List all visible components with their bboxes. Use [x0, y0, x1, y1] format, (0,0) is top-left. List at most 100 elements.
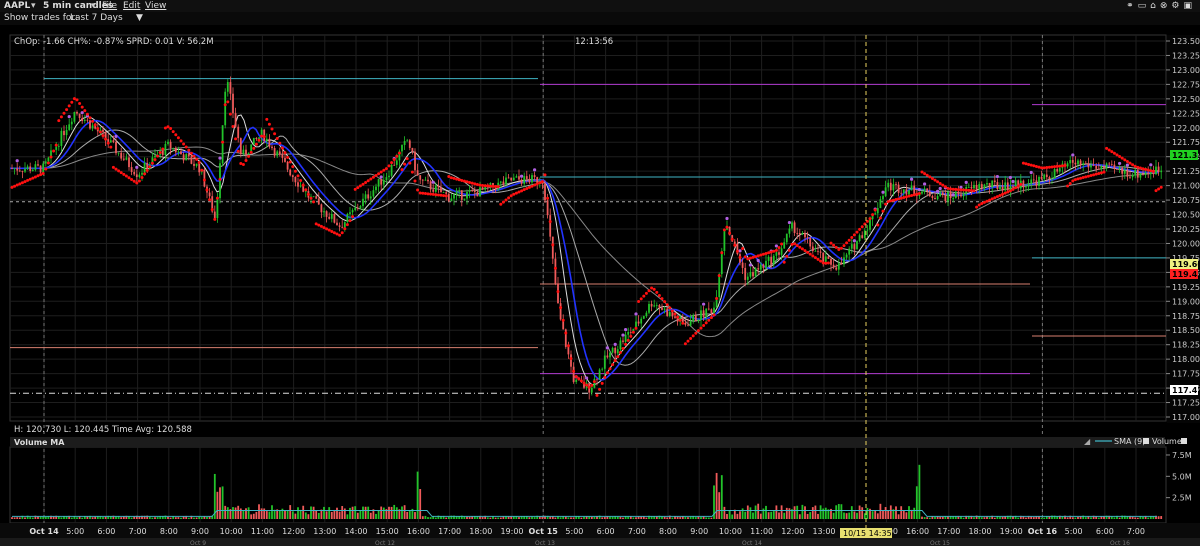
candle-body [198, 163, 201, 173]
candle-body [388, 175, 390, 178]
sar-dot [397, 151, 401, 155]
sar-dot [36, 174, 40, 178]
sar-dot [1060, 164, 1064, 168]
sar-dot [410, 170, 414, 174]
candle-body [224, 91, 227, 126]
candle-body [554, 258, 557, 284]
candle-body [970, 186, 973, 189]
volume-bar [39, 516, 42, 519]
sar-dot [270, 127, 274, 131]
candle-marker [852, 239, 857, 243]
sar-dot [733, 243, 737, 247]
price-tick-label: 121.75 [1172, 138, 1200, 147]
sar-dot [967, 188, 971, 192]
volume-bar [811, 507, 814, 519]
volume-bar [518, 517, 520, 519]
symbol-dropdown-icon[interactable]: ▾ [31, 1, 36, 11]
volume-bar [414, 512, 416, 519]
candle-body [346, 213, 349, 223]
sar-dot [169, 127, 173, 131]
sar-dot [44, 167, 48, 171]
candle-body [954, 191, 957, 199]
sar-dot [522, 188, 526, 192]
volume-bar [645, 517, 648, 519]
volume-bar [245, 508, 247, 519]
volume-bar [427, 517, 429, 519]
candle-body [713, 307, 715, 314]
volume-panel-collapse-icon[interactable]: ◢ [1084, 437, 1091, 446]
volume-bar [445, 517, 448, 519]
volume-bar [193, 517, 195, 519]
candle-body [78, 113, 81, 118]
volume-bar [468, 516, 471, 519]
candle-marker [67, 114, 71, 119]
volume-bar [772, 511, 775, 519]
volume-bar [284, 510, 286, 519]
sar-dot [782, 260, 786, 264]
sar-dot [127, 176, 131, 180]
sar-dot [343, 227, 347, 231]
sar-dot [10, 185, 14, 189]
candle-marker [923, 182, 927, 186]
candle-body [63, 130, 65, 136]
trade-range-select[interactable]: Last 7 Days [70, 13, 123, 23]
volume-bar [746, 505, 749, 519]
candle-body [814, 250, 817, 252]
candle-body [1045, 174, 1048, 178]
volume-bar [817, 513, 819, 519]
sar-dot [1047, 165, 1051, 169]
candle-body [1040, 176, 1043, 179]
candle-body [403, 141, 406, 146]
sar-dot [592, 380, 596, 384]
candle-body [83, 119, 86, 121]
sar-dot [665, 303, 669, 307]
candle-body [213, 211, 216, 219]
volume-bar [367, 506, 370, 519]
sar-dot [889, 199, 893, 203]
candle-body [650, 303, 653, 307]
candle-body [809, 237, 812, 247]
interval-dropdown-icon[interactable]: ▾ [91, 1, 96, 11]
sma-checkbox[interactable] [1143, 438, 1149, 444]
volume-checkbox[interactable] [1181, 438, 1187, 444]
candle-body [185, 154, 188, 161]
time-tick-label: 13:00 [313, 527, 336, 536]
volume-bar [874, 510, 877, 519]
window-controls[interactable]: ⚭▭⌂⊗⚙▣ [1126, 1, 1196, 11]
range-dropdown-icon[interactable]: ▼ [136, 13, 143, 23]
candle-body [525, 176, 528, 179]
sar-dot [1032, 164, 1036, 168]
sar-dot [366, 179, 370, 183]
candle-marker [218, 156, 222, 160]
sar-dot [171, 130, 175, 134]
candle-body [1121, 167, 1124, 174]
sar-dot [512, 192, 516, 196]
sar-dot [1040, 166, 1044, 170]
sar-dot [639, 297, 643, 301]
sar-dot [535, 182, 539, 186]
volume-bar [840, 504, 843, 519]
volume-tick-label: 5.0M [1172, 472, 1192, 481]
sar-dot [543, 173, 547, 177]
candle-body [440, 187, 442, 193]
volume-bar [320, 509, 323, 519]
sar-dot [824, 261, 828, 265]
menu-edit[interactable]: Edit [123, 1, 140, 11]
volume-bar [323, 506, 325, 519]
candle-body [697, 319, 700, 321]
crosshair-time-label: 10/15 14:35 [843, 529, 892, 538]
candle-body [559, 303, 562, 320]
volume-bar [1061, 516, 1064, 519]
symbol-selector[interactable]: AAPL [4, 1, 30, 11]
candle-body [276, 151, 279, 156]
volume-bar [328, 507, 331, 519]
sar-dot [117, 169, 121, 173]
sar-dot [985, 199, 989, 203]
sar-dot [1050, 165, 1054, 169]
candle-body [364, 194, 367, 199]
price-chart[interactable]: 123.50 123.25 123.00 122.75 122.50 122.25 122.… [0, 25, 1200, 546]
volume-bar [481, 517, 484, 519]
menu-view[interactable]: View [145, 1, 166, 11]
sar-dot [470, 181, 474, 185]
menu-file[interactable]: File [102, 1, 117, 11]
